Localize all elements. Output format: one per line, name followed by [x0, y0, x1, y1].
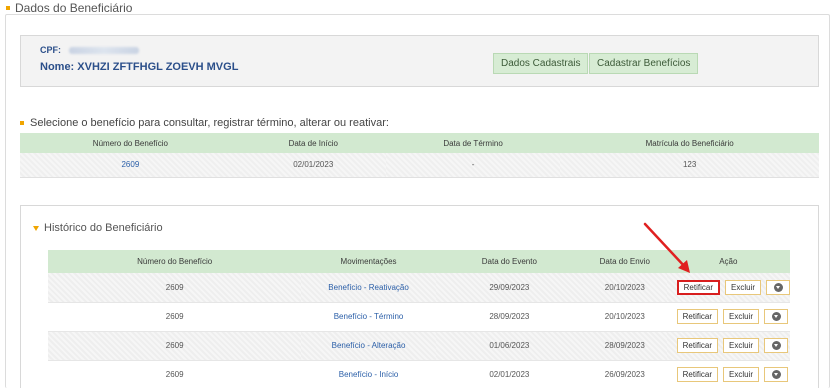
cell-numero: 2609	[48, 331, 302, 361]
cell-termino: -	[385, 153, 561, 178]
name-label: Nome:	[40, 61, 75, 73]
retificar-button[interactable]: Retificar	[676, 338, 718, 353]
action-group: Retificar Excluir	[667, 338, 790, 353]
table-row: 2609 Benefício - Término 28/09/2023 20/1…	[48, 302, 790, 332]
cell-inicio: 02/01/2023	[240, 153, 386, 178]
col-hist-acao: Ação	[666, 250, 790, 273]
download-circle-icon	[771, 341, 781, 350]
name-line: Nome: XVHZI ZFTFHGL ZOEVH MVGL	[40, 61, 238, 73]
cell-evento: 29/09/2023	[435, 273, 583, 303]
action-group: Retificar Excluir	[667, 309, 790, 324]
benefit-number-link[interactable]: 2609	[20, 153, 241, 178]
col-hist-numero: Número do Benefício	[48, 250, 302, 273]
download-button[interactable]	[766, 279, 790, 295]
cell-matricula: 123	[560, 153, 819, 178]
movement-link[interactable]: Benefício - Reativação	[301, 273, 436, 303]
cell-evento: 28/09/2023	[435, 302, 583, 332]
cell-numero: 2609	[48, 360, 302, 388]
cell-envio: 20/10/2023	[582, 273, 667, 303]
excluir-button[interactable]: Excluir	[722, 367, 759, 382]
excluir-button[interactable]: Excluir	[722, 338, 759, 353]
excluir-button[interactable]: Excluir	[722, 309, 759, 324]
section-bullet-icon	[6, 6, 10, 10]
col-hist-envio: Data do Envio	[582, 250, 667, 273]
name-value: XVHZI ZFTFHGL ZOEVH MVGL	[77, 61, 239, 73]
cpf-label: CPF:	[40, 45, 61, 55]
download-circle-icon	[771, 370, 781, 379]
cpf-value-redacted	[68, 47, 139, 55]
cell-envio: 26/09/2023	[582, 360, 667, 388]
retificar-button[interactable]: Retificar	[676, 367, 718, 382]
benefit-table: Número do Benefício Data de Início Data …	[20, 133, 819, 178]
collapse-triangle-icon	[33, 225, 39, 231]
excluir-button[interactable]: Excluir	[724, 279, 761, 295]
table-row: 2609 Benefício - Início 02/01/2023 26/09…	[48, 360, 790, 388]
download-button[interactable]	[764, 367, 788, 382]
action-group: Retificar Excluir	[667, 367, 790, 382]
download-circle-icon	[773, 282, 783, 292]
cell-envio: 20/10/2023	[582, 302, 667, 332]
col-numero: Número do Benefício	[20, 133, 241, 153]
col-matricula: Matrícula do Beneficiário	[560, 133, 819, 153]
selection-title: Selecione o benefício para consultar, re…	[30, 117, 389, 129]
col-hist-evento: Data do Evento	[435, 250, 583, 273]
retificar-button[interactable]: Retificar	[676, 279, 720, 295]
history-title: Histórico do Beneficiário	[44, 222, 163, 234]
history-table: Número do Benefício Movimentações Data d…	[48, 250, 790, 388]
col-hist-mov: Movimentações	[301, 250, 436, 273]
section-bullet-icon	[20, 121, 24, 125]
table-row[interactable]: 2609 02/01/2023 - 123	[20, 153, 819, 178]
cell-envio: 28/09/2023	[582, 331, 667, 361]
download-button[interactable]	[764, 309, 788, 324]
retificar-button[interactable]: Retificar	[676, 309, 718, 324]
movement-link[interactable]: Benefício - Início	[301, 360, 436, 388]
dados-cadastrais-button[interactable]: Dados Cadastrais	[493, 53, 589, 74]
cpf-line: CPF:	[40, 45, 139, 55]
movement-link[interactable]: Benefício - Alteração	[301, 331, 436, 361]
selection-heading: Selecione o benefício para consultar, re…	[20, 117, 389, 129]
history-heading[interactable]: Histórico do Beneficiário	[33, 222, 163, 234]
table-row: 2609 Benefício - Reativação 29/09/2023 2…	[48, 273, 790, 303]
action-group: Retificar Excluir	[667, 279, 790, 295]
table-row: 2609 Benefício - Alteração 01/06/2023 28…	[48, 331, 790, 361]
col-inicio: Data de Início	[240, 133, 386, 153]
cell-numero: 2609	[48, 302, 302, 332]
col-termino: Data de Término	[385, 133, 561, 153]
cell-evento: 01/06/2023	[435, 331, 583, 361]
page-title: Dados do Beneficiário	[15, 1, 133, 15]
movement-link[interactable]: Benefício - Término	[301, 302, 436, 332]
download-button[interactable]	[764, 338, 788, 353]
cell-evento: 02/01/2023	[435, 360, 583, 388]
cadastrar-beneficios-button[interactable]: Cadastrar Benefícios	[589, 53, 699, 74]
download-circle-icon	[771, 312, 781, 321]
cell-numero: 2609	[48, 273, 302, 303]
beneficiary-card: CPF: Nome: XVHZI ZFTFHGL ZOEVH MVGL Dado…	[20, 35, 819, 87]
